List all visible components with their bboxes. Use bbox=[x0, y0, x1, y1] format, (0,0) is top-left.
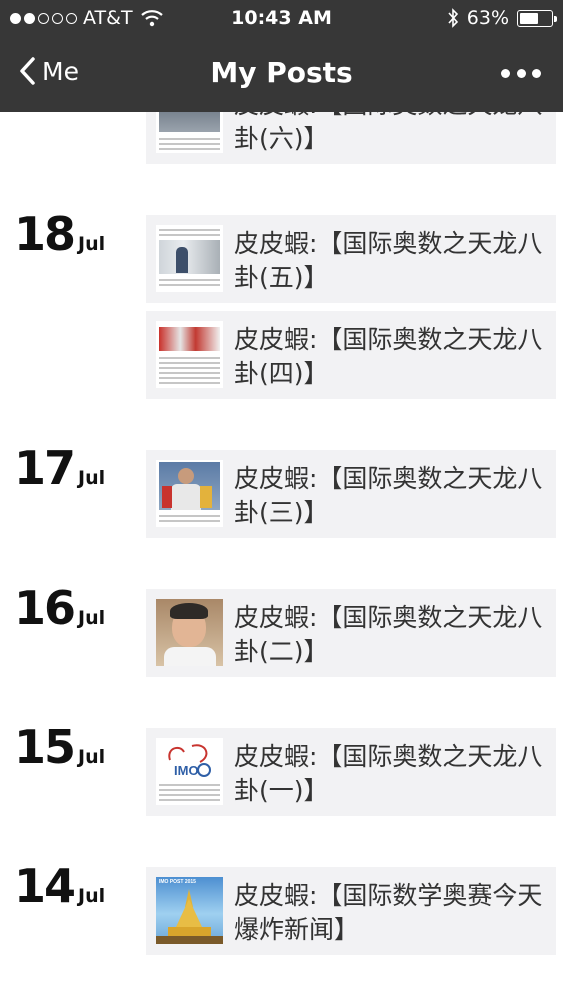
battery-percent: 63% bbox=[466, 7, 509, 29]
date-label: 18 Jul bbox=[14, 207, 105, 261]
date-label: 17 Jul bbox=[14, 441, 105, 495]
more-dot-icon bbox=[532, 68, 541, 78]
nav-bar: Me My Posts bbox=[0, 36, 563, 112]
date-day: 15 bbox=[14, 720, 76, 774]
post-title: 皮皮蝦:【国际奥数之天龙八卦(五)】 bbox=[234, 229, 543, 292]
date-label: 15 Jul bbox=[14, 720, 105, 774]
date-month: Jul bbox=[78, 885, 106, 907]
post-card[interactable]: 皮皮蝦:【国际奥数之天龙八卦(四)】 bbox=[146, 311, 556, 399]
imo-logo-icon: IMO bbox=[168, 744, 211, 778]
page-title: My Posts bbox=[210, 56, 353, 89]
status-bar: AT&T 10:43 AM 63% bbox=[0, 0, 563, 36]
post-card[interactable]: 皮皮蝦:【国际奥数之天龙八卦(二)】 bbox=[146, 589, 556, 677]
date-label: 14 Jul bbox=[14, 859, 105, 913]
posts-feed[interactable]: 皮皮蝦:【国际奥数之天龙八卦(六)】 18 Jul 皮皮蝦:【国际奥数之天龙八卦… bbox=[0, 0, 563, 1000]
post-title: 皮皮蝦:【国际奥数之天龙八卦(一)】 bbox=[234, 742, 543, 805]
date-month: Jul bbox=[78, 467, 106, 489]
post-thumbnail: IMO bbox=[156, 738, 223, 805]
post-title: 皮皮蝦:【国际奥数之天龙八卦(二)】 bbox=[234, 603, 543, 666]
date-day: 16 bbox=[14, 581, 76, 635]
post-card[interactable]: IMO POST 2015 皮皮蝦:【国际数学奥赛今天爆炸新闻】 bbox=[146, 867, 556, 955]
post-card[interactable]: 皮皮蝦:【国际奥数之天龙八卦(三)】 bbox=[146, 450, 556, 538]
battery-icon bbox=[517, 9, 557, 27]
date-label: 16 Jul bbox=[14, 581, 105, 635]
more-options-button[interactable] bbox=[501, 58, 541, 88]
post-card[interactable]: IMO 皮皮蝦:【国际奥数之天龙八卦(一)】 bbox=[146, 728, 556, 816]
top-bar: AT&T 10:43 AM 63% Me My Posts bbox=[0, 0, 563, 112]
post-title: 皮皮蝦:【国际奥数之天龙八卦(三)】 bbox=[234, 464, 543, 527]
post-title: 皮皮蝦:【国际数学奥赛今天爆炸新闻】 bbox=[234, 881, 543, 944]
pagoda-image bbox=[156, 889, 223, 944]
date-month: Jul bbox=[78, 746, 106, 768]
post-thumbnail: IMO POST 2015 bbox=[156, 877, 223, 944]
post-thumbnail bbox=[156, 225, 223, 292]
more-dot-icon bbox=[501, 68, 510, 78]
date-day: 18 bbox=[14, 207, 76, 261]
more-dot-icon bbox=[516, 68, 526, 78]
battery-fill bbox=[520, 12, 539, 24]
bluetooth-icon bbox=[448, 8, 458, 28]
post-title: 皮皮蝦:【国际奥数之天龙八卦(四)】 bbox=[234, 325, 543, 388]
date-month: Jul bbox=[78, 233, 106, 255]
date-day: 14 bbox=[14, 859, 76, 913]
date-month: Jul bbox=[78, 607, 106, 629]
post-thumbnail bbox=[156, 321, 223, 388]
post-thumbnail bbox=[156, 460, 223, 527]
date-day: 17 bbox=[14, 441, 76, 495]
post-card[interactable]: 皮皮蝦:【国际奥数之天龙八卦(五)】 bbox=[146, 215, 556, 303]
post-thumbnail bbox=[156, 599, 223, 666]
imo-text: IMO bbox=[174, 763, 199, 778]
